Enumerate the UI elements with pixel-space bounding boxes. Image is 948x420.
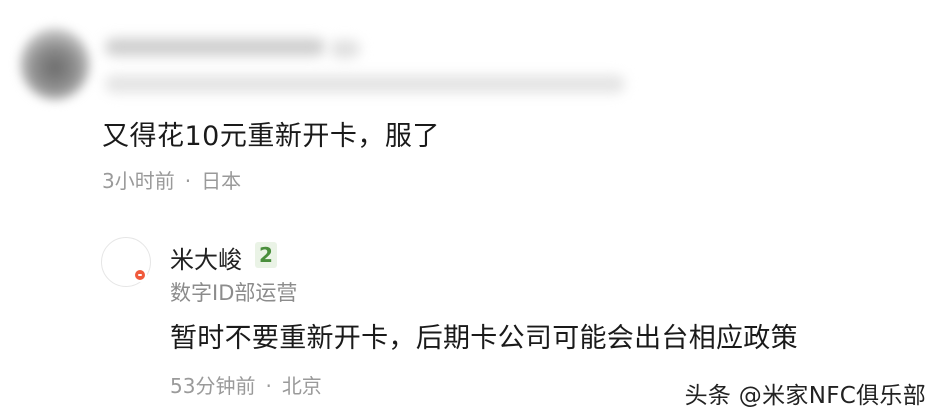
user-level-badge: 2	[255, 242, 277, 268]
reply-username[interactable]: 米大峻	[170, 240, 242, 275]
blurred-username	[105, 38, 325, 56]
comment-time: 3小时前	[102, 169, 175, 193]
blurred-avatar[interactable]	[20, 28, 90, 100]
meta-separator: ·	[184, 169, 192, 193]
source-watermark: 头条 @米家NFC俱乐部	[684, 383, 926, 409]
comment-thread: 又得花10元重新开卡，服了 3小时前 · 日本 米大峻 2 数字ID部运营 暂时不要…	[0, 0, 948, 420]
reply-time: 53分钟前	[170, 374, 256, 398]
reply-location: 北京	[281, 374, 322, 398]
reply-meta: 53分钟前 · 北京	[170, 370, 322, 399]
comment-location: 日本	[201, 169, 242, 193]
meta-separator: ·	[265, 374, 272, 398]
verified-badge-icon	[133, 268, 147, 282]
blurred-badge	[330, 40, 360, 58]
reply-body: 暂时不要重新开卡，后期卡公司可能会出台相应政策	[170, 323, 798, 354]
reply-user-role: 数字ID部运营	[170, 281, 298, 305]
comment-body: 又得花10元重新开卡，服了	[102, 121, 440, 152]
blurred-subtitle	[105, 75, 625, 93]
comment-meta: 3小时前 · 日本	[102, 165, 241, 194]
